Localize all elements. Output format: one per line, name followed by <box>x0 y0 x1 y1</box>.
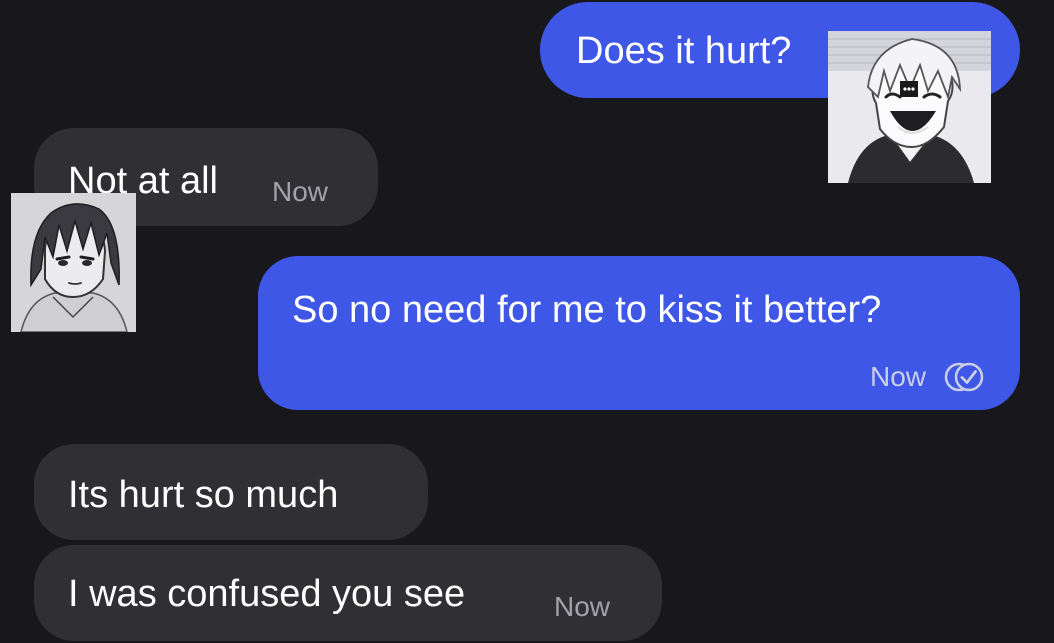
message-incoming-its-hurt[interactable]: Its hurt so much <box>34 444 428 540</box>
message-text: So no need for me to kiss it better? <box>292 289 882 331</box>
read-check-icon <box>944 362 984 392</box>
message-text: I was confused you see <box>68 573 466 615</box>
message-meta: Now <box>870 360 986 394</box>
message-outgoing-kiss-it-better[interactable]: So no need for me to kiss it better? Now <box>258 256 1020 410</box>
manga-character-dark-hair-avatar <box>11 193 136 332</box>
manga-character-laughing-avatar <box>828 31 991 183</box>
message-text: Its hurt so much <box>68 474 339 516</box>
message-timestamp: Now <box>272 176 329 207</box>
message-text: Does it hurt? <box>576 30 792 72</box>
sender-avatar[interactable] <box>828 31 991 183</box>
message-timestamp: Now <box>869 361 926 392</box>
message-timestamp: Now <box>554 591 611 622</box>
contact-avatar[interactable] <box>11 193 136 332</box>
message-incoming-confused[interactable]: I was confused you see Now <box>34 545 662 641</box>
